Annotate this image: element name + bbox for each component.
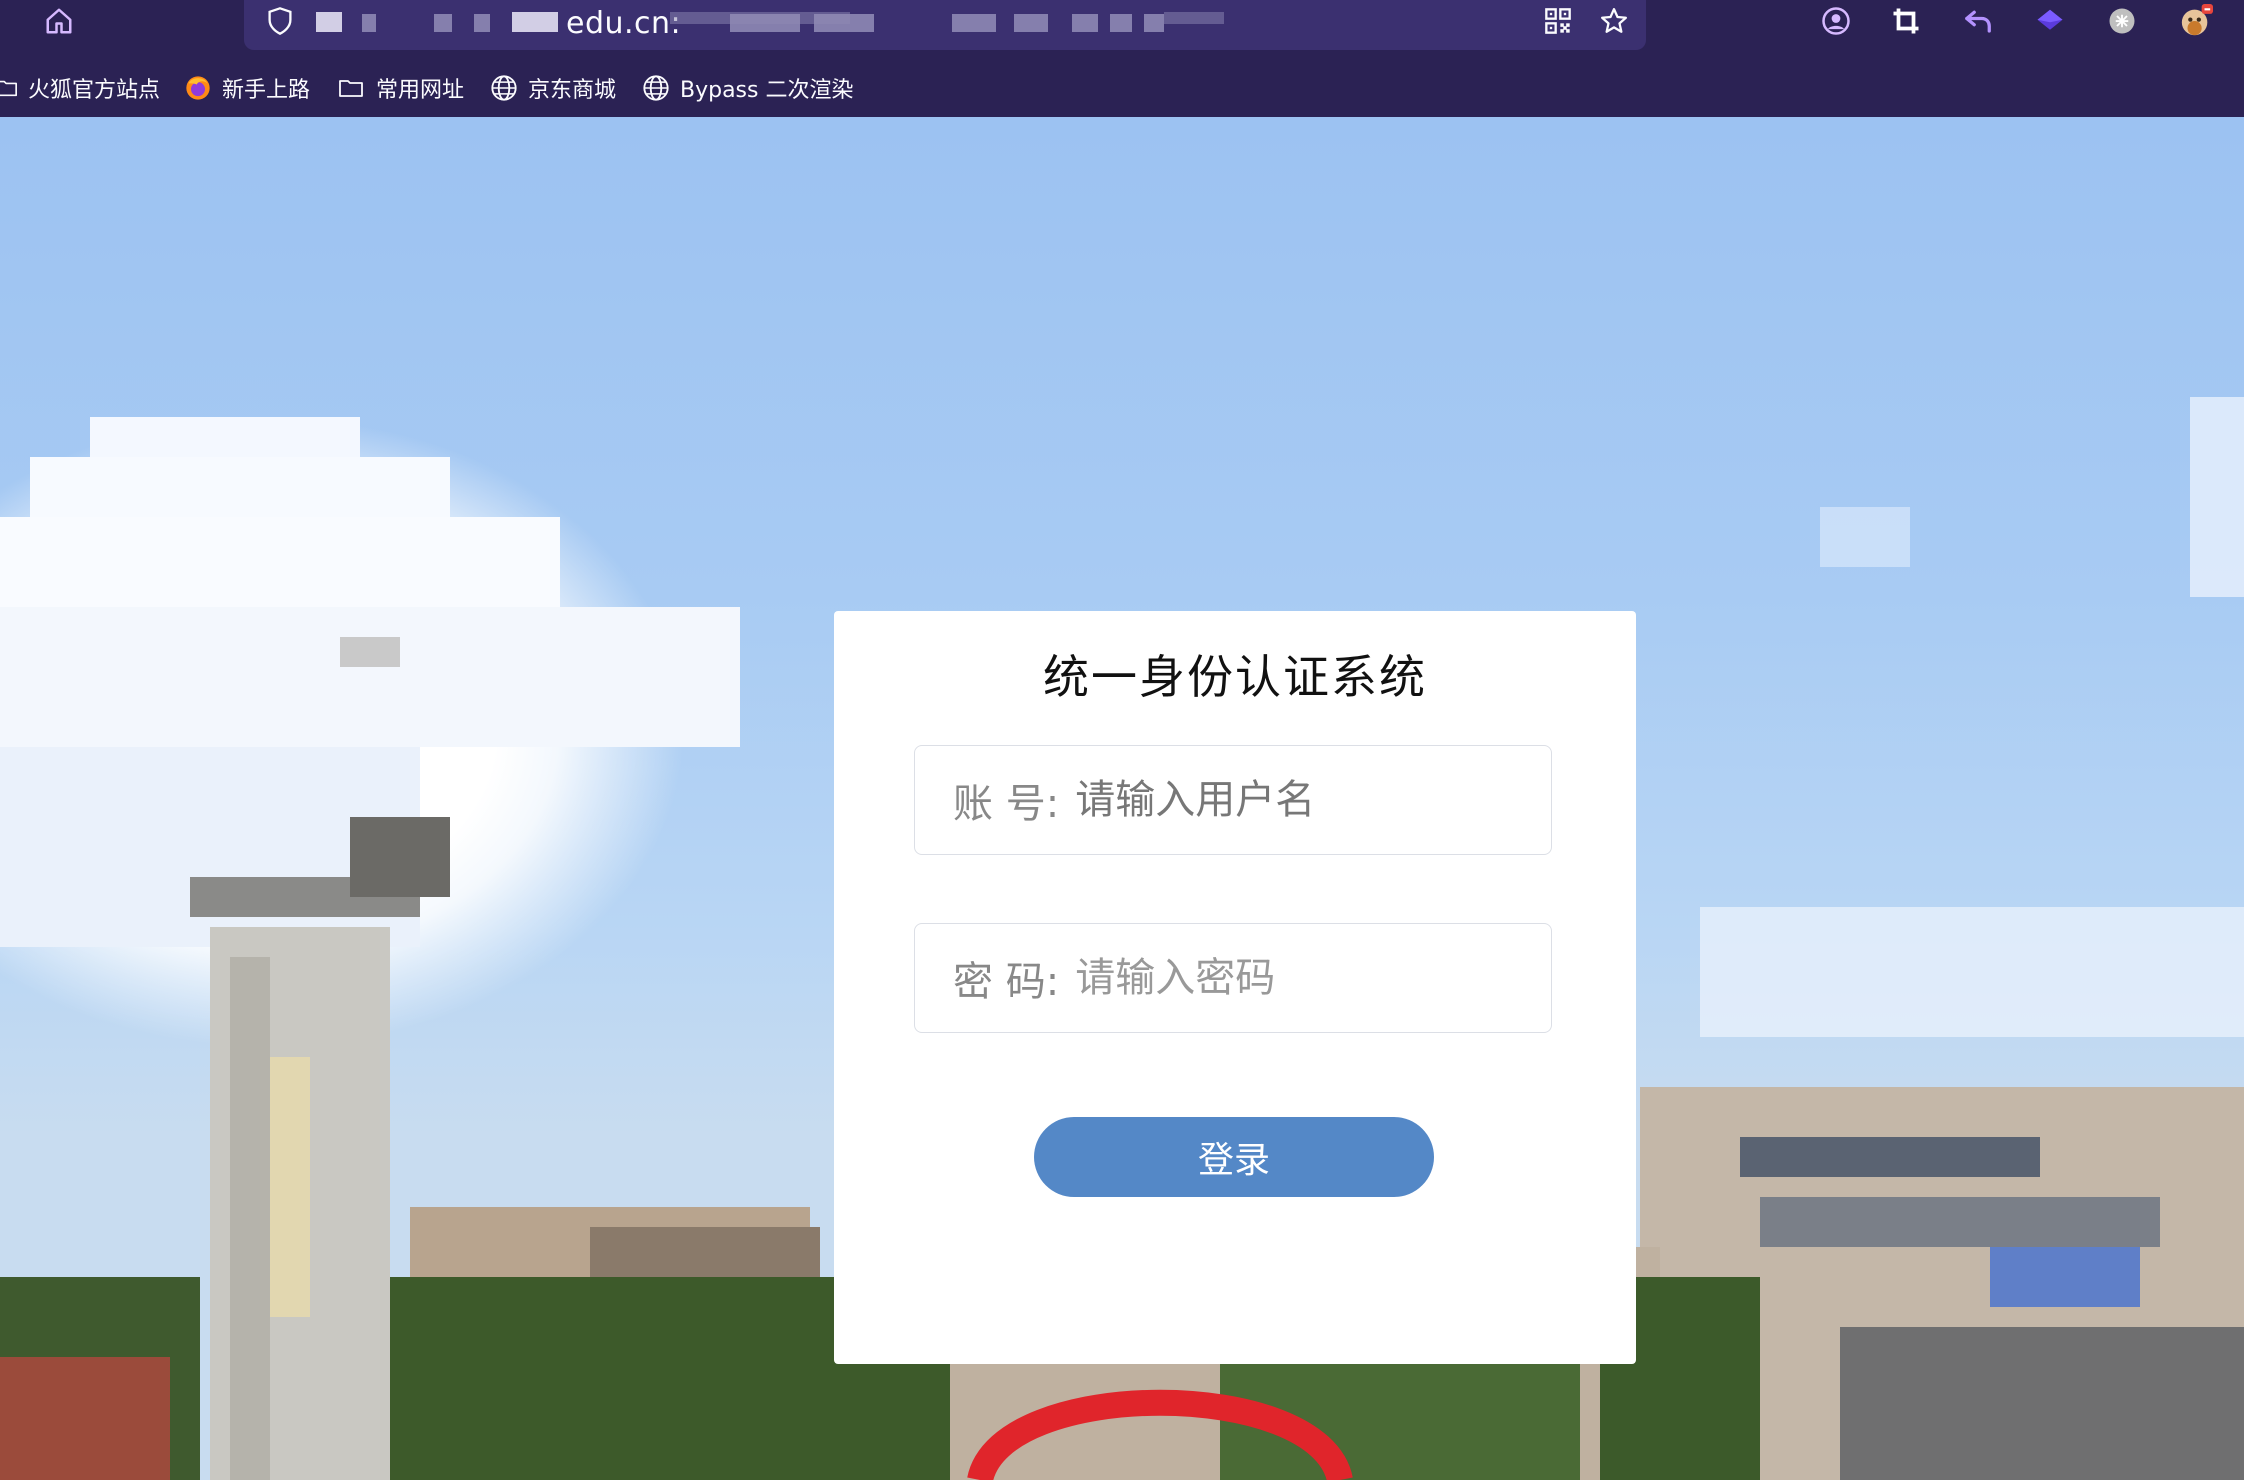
folder-icon [339, 80, 363, 97]
undo-icon[interactable] [1958, 0, 1998, 42]
login-card: 统一身份认证系统 账 号: 密 码: 登录 [834, 611, 1636, 1364]
bookmark-label: 京东商城 [528, 78, 617, 103]
bookmark-jd[interactable]: 京东商城 [490, 68, 616, 108]
redacted-url-part [730, 14, 800, 32]
bookmark-label: 常用网址 [376, 78, 465, 103]
crop-icon[interactable] [1886, 0, 1926, 42]
extension-avatar-icon[interactable] [2174, 0, 2218, 42]
cloud-pixel [0, 607, 740, 747]
cloud-pixel [0, 517, 560, 607]
bookmark-label: 火狐官方站点 [28, 78, 161, 103]
redacted-url-part [952, 14, 996, 32]
bookmark-firefox-official[interactable]: 火狐官方站点 [0, 68, 160, 108]
shield-icon[interactable] [260, 0, 300, 42]
bookmark-label: 新手上路 [222, 78, 311, 103]
globe-icon [643, 75, 669, 101]
redacted-url-part [1144, 14, 1164, 32]
redacted-url-part [1072, 14, 1098, 32]
password-label: 密 码: [953, 959, 1060, 1005]
url-text: edu.cn: [566, 6, 682, 41]
firefox-icon [186, 76, 210, 100]
password-input[interactable] [1075, 955, 1516, 1001]
redacted-url-part [1164, 12, 1224, 24]
browser-toolbar: edu.cn: [0, 0, 2244, 58]
monument-inscription [270, 1057, 310, 1317]
monument-shadow [230, 957, 270, 1480]
building-windows [1740, 1137, 2040, 1177]
qr-code-icon[interactable] [1538, 0, 1578, 42]
extension-diamond-icon[interactable] [2030, 0, 2070, 42]
redacted-url-part [512, 12, 558, 32]
red-building [0, 1357, 170, 1480]
username-input[interactable] [1075, 777, 1516, 823]
globe-icon [491, 75, 517, 101]
home-icon[interactable] [38, 0, 80, 42]
bookmark-star-icon[interactable] [1594, 0, 1634, 42]
cloud-pixel [90, 417, 360, 457]
redacted-url-part [434, 14, 452, 32]
redacted-url-part [814, 14, 874, 32]
redacted-url-part [362, 14, 376, 32]
building-windows [1760, 1197, 2160, 1247]
bookmark-bypass[interactable]: Bypass 二次渲染 [642, 68, 853, 108]
browser-chrome: edu.cn: 火狐官方站点 新手上路 常用网址 京东商城 Bypass 二次渲… [0, 0, 2244, 117]
cloud-pixel [1820, 507, 1910, 567]
cloud-right [1700, 907, 2244, 1037]
cloud-pixel [30, 457, 450, 517]
account-icon[interactable] [1816, 0, 1856, 42]
bookmark-label: Bypass 二次渲染 [680, 78, 854, 103]
building-lower [1840, 1327, 2244, 1480]
password-field[interactable]: 密 码: [914, 923, 1552, 1033]
username-field[interactable]: 账 号: [914, 745, 1552, 855]
username-label: 账 号: [953, 781, 1060, 827]
bookmark-common-sites[interactable]: 常用网址 [336, 68, 464, 108]
extension-globe-icon[interactable] [2102, 0, 2142, 42]
cloud-pixel [340, 637, 400, 667]
url-bar[interactable]: edu.cn: [244, 0, 1646, 50]
cloud-pixel [2190, 397, 2244, 597]
monument-sculpture [350, 817, 450, 897]
building-banner [1990, 1247, 2140, 1307]
bookmarks-bar: 火狐官方站点 新手上路 常用网址 京东商城 Bypass 二次渲染 [0, 68, 2244, 108]
page-background: 统一身份认证系统 账 号: 密 码: 登录 [0, 117, 2244, 1480]
folder-icon [0, 80, 17, 97]
redacted-url-part [1110, 14, 1132, 32]
bookmark-getting-started[interactable]: 新手上路 [184, 68, 310, 108]
login-button[interactable]: 登录 [1034, 1117, 1434, 1197]
page-title: 统一身份认证系统 [1043, 650, 1427, 704]
redacted-url-part [316, 12, 342, 32]
redacted-url-part [1014, 14, 1048, 32]
redacted-url-part [474, 14, 490, 32]
